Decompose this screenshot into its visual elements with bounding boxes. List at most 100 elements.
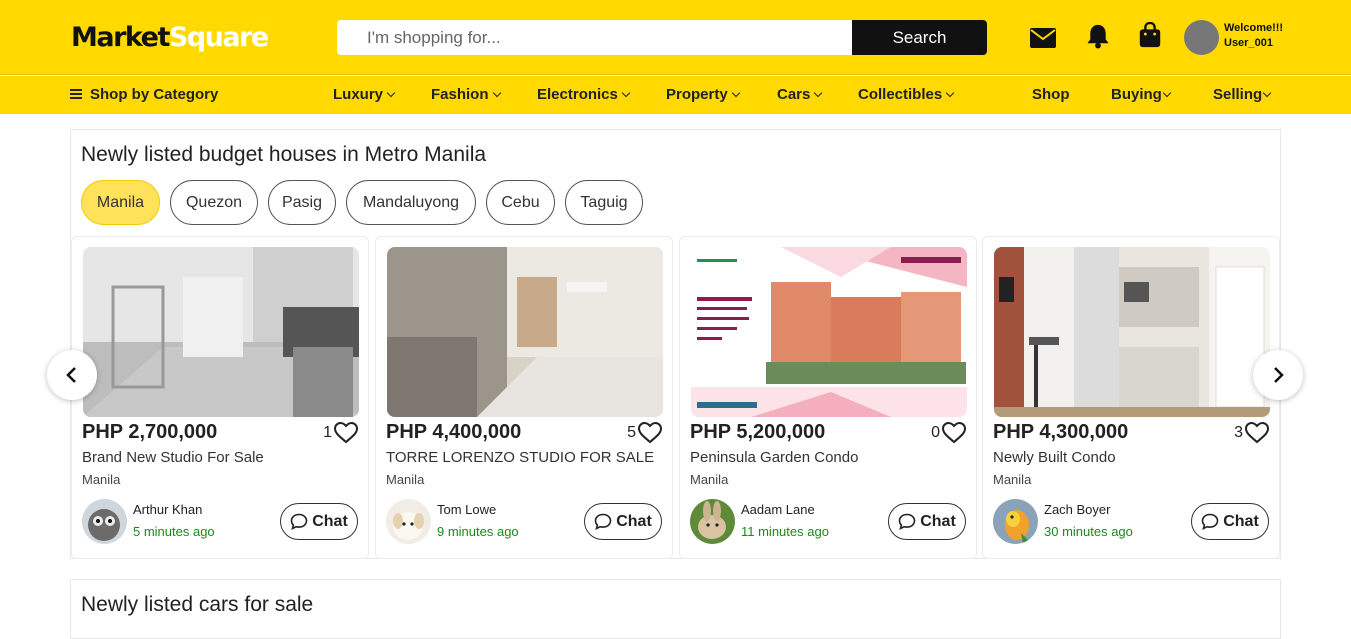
listing-card[interactable]: PHP 4,300,000 3 Newly Built Condo Manila… <box>982 236 1280 559</box>
listing-card[interactable]: PHP 2,700,000 1 Brand New Studio For Sal… <box>71 236 369 559</box>
listing-location: Manila <box>82 472 121 487</box>
listing-image[interactable] <box>387 247 663 417</box>
filter-pill-pasig[interactable]: Pasig <box>268 180 336 225</box>
chat-button[interactable]: Chat <box>280 503 358 540</box>
bell-icon[interactable] <box>1084 23 1112 49</box>
listing-time: 5 minutes ago <box>133 524 215 539</box>
chat-button[interactable]: Chat <box>584 503 662 540</box>
chat-label: Chat <box>312 512 348 530</box>
listing-card[interactable]: PHP 5,200,000 0 Peninsula Garden Condo M… <box>679 236 977 559</box>
category-nav: Shop by Category Luxury Fashion Electron… <box>0 76 1351 114</box>
budget-houses-section: Newly listed budget houses in Metro Mani… <box>70 129 1281 559</box>
welcome-username: User_001 <box>1224 37 1273 49</box>
section-title: Newly listed cars for sale <box>81 593 314 616</box>
shop-by-category-label: Shop by Category <box>90 86 219 103</box>
listing-title[interactable]: TORRE LORENZO STUDIO FOR SALE <box>386 449 654 466</box>
listing-price: PHP 4,400,000 <box>386 421 522 443</box>
like-counter: 3 <box>1234 422 1269 444</box>
heart-icon[interactable] <box>1245 422 1269 444</box>
like-count: 5 <box>627 424 636 441</box>
heart-icon[interactable] <box>334 422 358 444</box>
welcome-text[interactable]: Welcome!!! User_001 <box>1224 21 1283 51</box>
seller-avatar[interactable] <box>993 499 1038 544</box>
filter-pill-taguig[interactable]: Taguig <box>565 180 643 225</box>
chevron-down-icon <box>814 88 823 98</box>
nav-item-fashion[interactable]: Fashion <box>431 86 501 103</box>
listing-price: PHP 2,700,000 <box>82 421 218 443</box>
carousel-prev-button[interactable] <box>47 350 97 400</box>
top-header: MarketSquare Search Welcome!!! User_001 <box>0 0 1351 75</box>
shopping-bag-icon[interactable] <box>1136 22 1164 48</box>
nav-item-property[interactable]: Property <box>666 86 740 103</box>
chevron-down-icon <box>1262 88 1272 98</box>
chat-bubble-icon <box>594 513 612 530</box>
nav-luxury-label: Luxury <box>333 86 384 103</box>
site-logo[interactable]: MarketSquare <box>71 22 269 53</box>
listing-image[interactable] <box>994 247 1270 417</box>
nav-buying-label: Buying <box>1111 86 1162 103</box>
listing-location: Manila <box>690 472 729 487</box>
search-input[interactable] <box>337 20 852 55</box>
nav-item-collectibles[interactable]: Collectibles <box>858 86 955 103</box>
nav-electronics-label: Electronics <box>537 86 618 103</box>
chevron-down-icon <box>621 88 631 98</box>
nav-item-cars[interactable]: Cars <box>777 86 823 103</box>
chat-bubble-icon <box>898 513 916 530</box>
seller-name[interactable]: Zach Boyer <box>1044 502 1110 517</box>
shop-by-category-button[interactable]: Shop by Category <box>70 86 218 103</box>
listing-image[interactable] <box>691 247 967 417</box>
listing-title[interactable]: Peninsula Garden Condo <box>690 449 858 466</box>
hamburger-menu-icon <box>70 89 82 99</box>
nav-selling-label: Selling <box>1213 86 1263 103</box>
seller-avatar[interactable] <box>82 499 127 544</box>
heart-icon[interactable] <box>942 422 966 444</box>
chat-button[interactable]: Chat <box>888 503 966 540</box>
listing-location: Manila <box>993 472 1032 487</box>
nav-item-electronics[interactable]: Electronics <box>537 86 631 103</box>
seller-name[interactable]: Arthur Khan <box>133 502 202 517</box>
filter-pill-manila[interactable]: Manila <box>81 180 160 225</box>
like-counter: 5 <box>627 422 662 444</box>
listing-title[interactable]: Brand New Studio For Sale <box>82 449 264 466</box>
chevron-right-icon <box>1274 367 1284 383</box>
like-count: 1 <box>323 424 332 441</box>
section-title: Newly listed budget houses in Metro Mani… <box>81 143 487 166</box>
cars-section: Newly listed cars for sale <box>70 579 1281 639</box>
chevron-down-icon <box>492 88 501 98</box>
seller-name[interactable]: Tom Lowe <box>437 502 496 517</box>
filter-pill-quezon[interactable]: Quezon <box>170 180 258 225</box>
listing-image[interactable] <box>83 247 359 417</box>
nav-property-label: Property <box>666 86 728 103</box>
carousel-next-button[interactable] <box>1253 350 1303 400</box>
chat-label: Chat <box>920 512 956 530</box>
filter-pill-cebu[interactable]: Cebu <box>486 180 555 225</box>
nav-item-selling[interactable]: Selling <box>1213 86 1272 103</box>
filter-pill-mandaluyong[interactable]: Mandaluyong <box>346 180 476 225</box>
listing-time: 11 minutes ago <box>741 524 829 539</box>
room-photo <box>387 247 663 417</box>
room-photo <box>83 247 359 417</box>
heart-icon[interactable] <box>638 422 662 444</box>
listing-price: PHP 5,200,000 <box>690 421 826 443</box>
nav-item-shop[interactable]: Shop <box>1032 86 1070 103</box>
nav-item-buying[interactable]: Buying <box>1111 86 1172 103</box>
chat-bubble-icon <box>290 513 308 530</box>
nav-fashion-label: Fashion <box>431 86 489 103</box>
search-button[interactable]: Search <box>852 20 987 55</box>
chevron-down-icon <box>731 88 740 98</box>
listing-card[interactable]: PHP 4,400,000 5 TORRE LORENZO STUDIO FOR… <box>375 236 673 559</box>
nav-item-luxury[interactable]: Luxury <box>333 86 396 103</box>
chat-label: Chat <box>616 512 652 530</box>
seller-avatar[interactable] <box>690 499 735 544</box>
mail-icon[interactable] <box>1029 25 1057 51</box>
listing-title[interactable]: Newly Built Condo <box>993 449 1116 466</box>
user-avatar[interactable] <box>1184 20 1219 55</box>
nav-cars-label: Cars <box>777 86 811 103</box>
chevron-left-icon <box>66 367 76 383</box>
chat-button[interactable]: Chat <box>1191 503 1269 540</box>
listing-time: 9 minutes ago <box>437 524 519 539</box>
chevron-down-icon <box>945 88 955 98</box>
seller-name[interactable]: Aadam Lane <box>741 502 815 517</box>
seller-avatar[interactable] <box>386 499 431 544</box>
chat-bubble-icon <box>1201 513 1219 530</box>
